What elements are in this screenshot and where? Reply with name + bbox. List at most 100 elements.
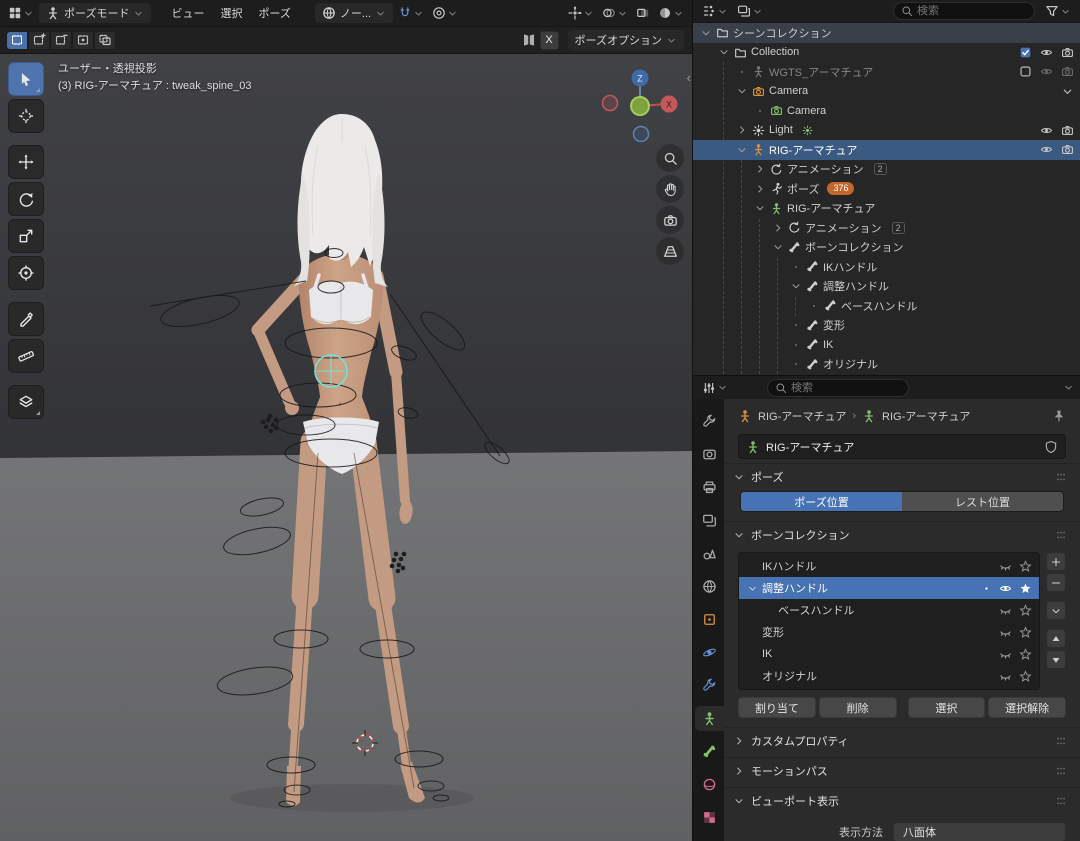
section-motion-paths[interactable]: モーションパス [724,757,1080,783]
viewport-shading-button[interactable] [655,3,687,23]
properties-options-icon[interactable] [1063,382,1074,393]
remove-button[interactable]: 削除 [818,697,897,718]
mirror-x-toggle[interactable]: X [522,30,559,50]
outliner-row[interactable]: Light [693,121,1080,141]
expand-right-icon[interactable] [735,124,748,136]
expand-down-icon[interactable] [789,280,802,292]
outliner-row[interactable]: 変形 [693,316,1080,336]
tab-texture[interactable] [695,805,724,830]
drag-grip-icon[interactable] [1054,794,1068,808]
outliner-row[interactable]: ベースハンドル [693,296,1080,316]
tab-material[interactable] [695,772,724,797]
outliner-row[interactable]: RIG-アーマチュア [693,199,1080,219]
star-outline-icon[interactable] [1019,559,1032,573]
outliner-row[interactable]: IKハンドル [693,257,1080,277]
section-viewport-display[interactable]: ビューポート表示 [724,787,1080,813]
eye-closed-icon[interactable] [999,648,1012,661]
bone-collection-row[interactable]: オリジナル [739,665,1039,687]
expand-right-icon[interactable] [753,183,766,195]
drag-grip-icon[interactable] [1054,470,1068,484]
outliner-row[interactable]: アニメーション 2 [693,160,1080,180]
outliner-row[interactable]: ポーズ 376 [693,179,1080,199]
bone-collection-row[interactable]: ベースハンドル [739,599,1039,621]
outliner-row[interactable]: オリジナル [693,355,1080,375]
menu-pose[interactable]: ポーズ [250,3,298,23]
remove-collection-button[interactable] [1046,573,1066,592]
expand-down-icon[interactable] [735,85,748,97]
display-as-select[interactable]: 八面体 [893,822,1066,841]
menu-view[interactable]: ビュー [163,3,212,23]
bone-collection-row[interactable]: 調整ハンドル [739,577,1039,599]
expand-down-icon[interactable] [735,144,748,156]
camera-dim-icon[interactable] [1061,65,1074,78]
tab-output[interactable] [695,475,724,500]
tab-render[interactable] [695,442,724,467]
section-pose[interactable]: ポーズ [724,463,1080,489]
drag-grip-icon[interactable] [1054,734,1068,748]
select-intersect-button[interactable] [94,30,116,50]
tab-view-layer[interactable] [695,508,724,533]
properties-editor-type-button[interactable] [699,378,731,398]
eye-icon[interactable] [1040,124,1053,137]
expand-down-icon[interactable] [771,241,784,253]
camera-icon[interactable] [1061,124,1074,137]
outliner-search[interactable] [893,2,1035,20]
annotate-tool-button[interactable] [8,302,44,336]
tab-object[interactable] [695,607,724,632]
drag-grip-icon[interactable] [1054,528,1068,542]
rotate-tool-button[interactable] [8,182,44,216]
section-custom-properties[interactable]: カスタムプロパティ [724,727,1080,753]
eye-icon[interactable] [1040,46,1053,59]
move-up-button[interactable] [1046,629,1066,648]
axis-z-neg-handle[interactable] [632,125,650,142]
star-outline-icon[interactable] [1019,669,1032,683]
snap-toggle[interactable] [395,3,427,23]
pin-icon[interactable] [1052,409,1066,423]
eye-closed-icon[interactable] [999,670,1012,683]
expand-down-icon[interactable] [699,27,712,39]
tab-physics[interactable] [695,640,724,665]
select-new-button[interactable] [6,30,28,50]
axis-y-handle[interactable] [630,96,650,116]
expand-right-icon[interactable] [771,222,784,234]
star-outline-icon[interactable] [1019,625,1032,639]
more-tools-tool-button[interactable] [8,385,44,419]
star-filled-icon[interactable] [1019,582,1032,595]
bone-collection-row[interactable]: 変形 [739,621,1039,643]
select-subtract-button[interactable] [50,30,72,50]
outliner-row[interactable]: アニメーション 2 [693,218,1080,238]
move-down-button[interactable] [1046,650,1066,669]
expand-down-icon[interactable] [753,202,766,214]
select-extend-button[interactable] [28,30,50,50]
select-box-tool-button[interactable] [8,62,44,96]
assign-button[interactable]: 割り当て [738,697,816,718]
section-bone-collections[interactable]: ボーンコレクション [724,521,1080,547]
eye-icon[interactable] [999,582,1012,595]
outliner-row[interactable]: Camera [693,101,1080,121]
camera-icon[interactable] [1061,46,1074,59]
move-tool-button[interactable] [8,145,44,179]
zoom-button[interactable] [656,144,684,172]
expand-right-icon[interactable] [753,163,766,175]
outliner-row[interactable]: ボーンコレクション [693,238,1080,258]
selected-bone-widget[interactable] [314,354,348,388]
axis-x-neg-handle[interactable] [602,94,619,112]
drag-grip-icon[interactable] [1054,764,1068,778]
mode-select[interactable]: ポーズモード [39,3,152,23]
select-invert-button[interactable] [72,30,94,50]
rest-position-button[interactable]: レスト位置 [902,492,1063,511]
menu-select[interactable]: 選択 [212,3,250,23]
proportional-editing-toggle[interactable] [429,3,461,23]
properties-search[interactable] [767,378,909,397]
tab-scene[interactable] [695,541,724,566]
eye-dim-icon[interactable] [1040,65,1053,78]
display-mode-button[interactable] [734,1,766,21]
eye-closed-icon[interactable] [999,604,1012,617]
chevron-icon[interactable] [1061,85,1074,98]
viewport-3d[interactable]: ユーザー・透視投影 (3) RIG-アーマチュア : tweak_spine_0… [0,54,692,841]
fake-user-icon[interactable] [1044,440,1058,454]
transform-orientation-select[interactable]: ノー... [314,3,394,23]
star-outline-icon[interactable] [1019,603,1032,617]
camera-view-button[interactable] [656,206,684,234]
pose-options-dropdown[interactable]: ポーズオプション [567,30,684,50]
